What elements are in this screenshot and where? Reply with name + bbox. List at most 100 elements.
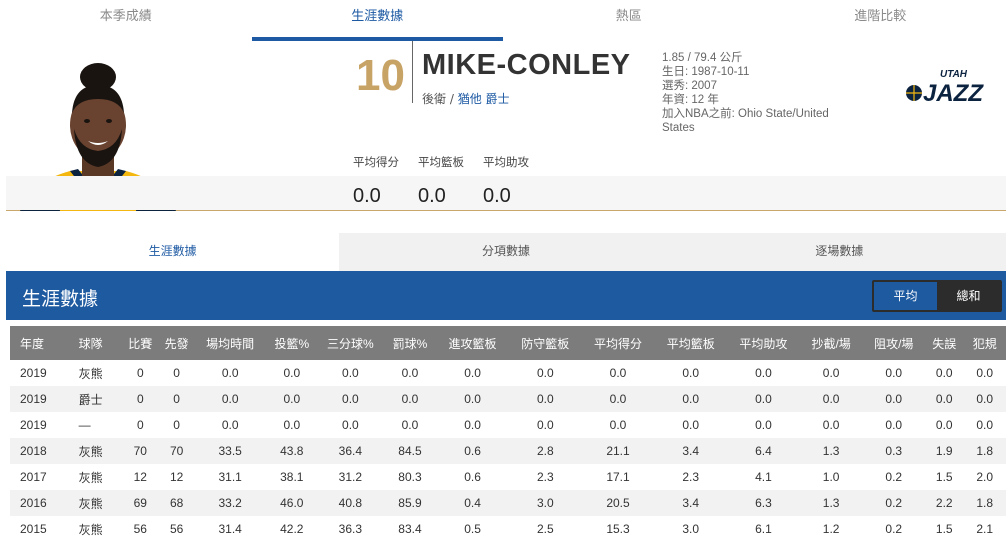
table-cell: 0.0	[342, 418, 359, 432]
subtab-game-log[interactable]: 逐場數據	[673, 233, 1006, 271]
column-header[interactable]: 犯規	[963, 326, 1006, 360]
table-cell: 0.6	[464, 470, 481, 484]
table-cell: 0.0	[682, 366, 700, 380]
table-cell: 0	[136, 366, 144, 380]
bio-origin: 加入NBA之前: Ohio State/United States	[662, 108, 829, 134]
table-cell: 0	[159, 386, 194, 412]
column-header[interactable]: 罰球%	[383, 326, 437, 360]
table-cell: 56	[169, 522, 184, 536]
career-stats-table: 年度 球隊 比賽 先發 場均時間 投籃% 三分球% 罰球% 進攻籃板 防守籃板 平均得分 平均籃板 平均…	[10, 326, 1006, 542]
table-cell: 灰熊	[78, 522, 103, 537]
column-header[interactable]: 投籃%	[266, 326, 318, 360]
table-cell: 0.0	[508, 386, 582, 412]
table-cell: 83.4	[398, 522, 422, 536]
table-cell: 0.0	[925, 386, 964, 412]
table-cell: 2.0	[976, 470, 994, 484]
section-header: 生涯數據 平均 總和	[6, 271, 1006, 320]
table-cell: 38.1	[280, 470, 304, 484]
player-header: 10 MIKE-CONLEY 後衛 / 猶他 爵士 1.85 / 79.4 公斤…	[6, 41, 1006, 211]
table-cell: 0.0	[976, 366, 994, 380]
table-cell: 0.0	[536, 418, 554, 432]
column-header[interactable]: 防守籃板	[508, 326, 582, 360]
table-cell: 2.5	[536, 522, 554, 536]
table-cell: 0.0	[885, 418, 903, 432]
table-cell: 0.0	[266, 386, 318, 412]
table-row: 2019 — 0 0 0.0 0.0 0.0 0.0 0.0 0.0 0.0 0.0 0.0 0.0 0.0…	[10, 412, 1006, 438]
table-cell: 2015	[20, 522, 47, 536]
tab-season-stats[interactable]: 本季成績	[0, 0, 252, 41]
logo-main-text: JAZZ	[923, 80, 984, 105]
table-cell: 80.3	[398, 470, 422, 484]
table-cell: 12	[133, 470, 147, 484]
table-cell: 1.3	[799, 490, 863, 516]
tab-hot-zone[interactable]: 熱區	[503, 0, 755, 41]
table-cell: 灰熊	[78, 366, 103, 381]
table-cell: 2.3	[536, 470, 554, 484]
column-header[interactable]: 平均籃板	[654, 326, 728, 360]
table-cell: 56	[133, 522, 147, 536]
table-cell: 1.3	[799, 438, 863, 464]
column-header[interactable]: 失誤	[925, 326, 964, 360]
table-cell: 0.0	[536, 366, 554, 380]
table-cell: 6.3	[727, 490, 800, 516]
logo-top-text: UTAH	[940, 69, 968, 80]
position-separator: /	[446, 92, 458, 106]
table-cell: 1.5	[935, 522, 953, 536]
table-cell: 0.0	[317, 386, 384, 412]
table-row: 2018 灰熊 70 70 33.5 43.8 36.4 84.5 0.6 2.8 21.1 3.4 6…	[10, 438, 1006, 464]
table-cell: 6.4	[727, 438, 800, 464]
bio-draft: 選秀: 2007	[662, 80, 717, 92]
table-cell: 3.4	[654, 438, 728, 464]
table-cell: 0	[173, 418, 180, 432]
column-header[interactable]: 三分球%	[317, 326, 384, 360]
toggle-average-button[interactable]: 平均	[874, 282, 937, 310]
table-cell: 0.2	[862, 490, 926, 516]
tab-advanced-compare[interactable]: 進階比較	[755, 0, 1006, 41]
table-cell: 33.5	[193, 438, 267, 464]
column-header[interactable]: 場均時間	[193, 326, 267, 360]
table-cell: 爵士	[68, 386, 122, 412]
table-cell: 0.6	[436, 438, 509, 464]
subtab-career[interactable]: 生涯數據	[6, 233, 340, 271]
table-cell: 0.0	[283, 366, 301, 380]
table-cell: 21.1	[581, 438, 655, 464]
column-header[interactable]: 抄截/場	[799, 326, 863, 360]
table-cell: 42.2	[280, 522, 304, 536]
table-header-row: 年度 球隊 比賽 先發 場均時間 投籃% 三分球% 罰球% 進攻籃板 防守籃板 平均得分 平均籃板 平均…	[10, 326, 1006, 360]
column-header[interactable]: 年度	[10, 326, 69, 360]
table-row: 2017 灰熊 12 12 31.1 38.1 31.2 80.3 0.6 2.3 17.1 2.3 4…	[10, 464, 1006, 490]
table-cell: 3.4	[654, 490, 728, 516]
table-cell: 33.2	[193, 490, 267, 516]
table-cell: 1.0	[822, 470, 840, 484]
column-header[interactable]: 平均助攻	[727, 326, 800, 360]
table-cell: 0.0	[221, 418, 239, 432]
table-cell: 85.9	[383, 490, 437, 516]
table-cell: 4.1	[755, 470, 772, 484]
column-header[interactable]: 阻攻/場	[862, 326, 926, 360]
table-cell: 6.1	[755, 522, 772, 536]
table-cell: 31.4	[218, 522, 242, 536]
table-cell: 0.0	[727, 386, 800, 412]
tab-career-stats[interactable]: 生涯數據	[251, 0, 504, 41]
column-header[interactable]: 進攻籃板	[436, 326, 509, 360]
table-cell: 0.0	[935, 418, 953, 432]
table-cell: 2019	[10, 386, 69, 412]
toggle-total-button[interactable]: 總和	[937, 282, 1000, 310]
column-header[interactable]: 比賽	[121, 326, 160, 360]
table-cell: 2.8	[508, 438, 582, 464]
column-header[interactable]: 先發	[159, 326, 194, 360]
table-cell: 2017	[20, 470, 47, 484]
bio-height-weight: 1.85 / 79.4 公斤	[662, 52, 743, 64]
column-header[interactable]: 平均得分	[581, 326, 655, 360]
table-cell: 灰熊	[78, 470, 103, 485]
table-cell: 0	[136, 418, 144, 432]
table-cell: 20.5	[581, 490, 655, 516]
column-header[interactable]: 球隊	[68, 326, 122, 360]
subtab-splits[interactable]: 分項數據	[339, 233, 672, 271]
team-link[interactable]: 猶他 爵士	[458, 92, 510, 106]
table-cell: 2.3	[682, 470, 700, 484]
table-cell: 2019	[20, 418, 47, 432]
table-cell: 0.0	[755, 418, 772, 432]
player-position: 後衛	[422, 92, 447, 106]
table-cell: 0.0	[822, 418, 840, 432]
